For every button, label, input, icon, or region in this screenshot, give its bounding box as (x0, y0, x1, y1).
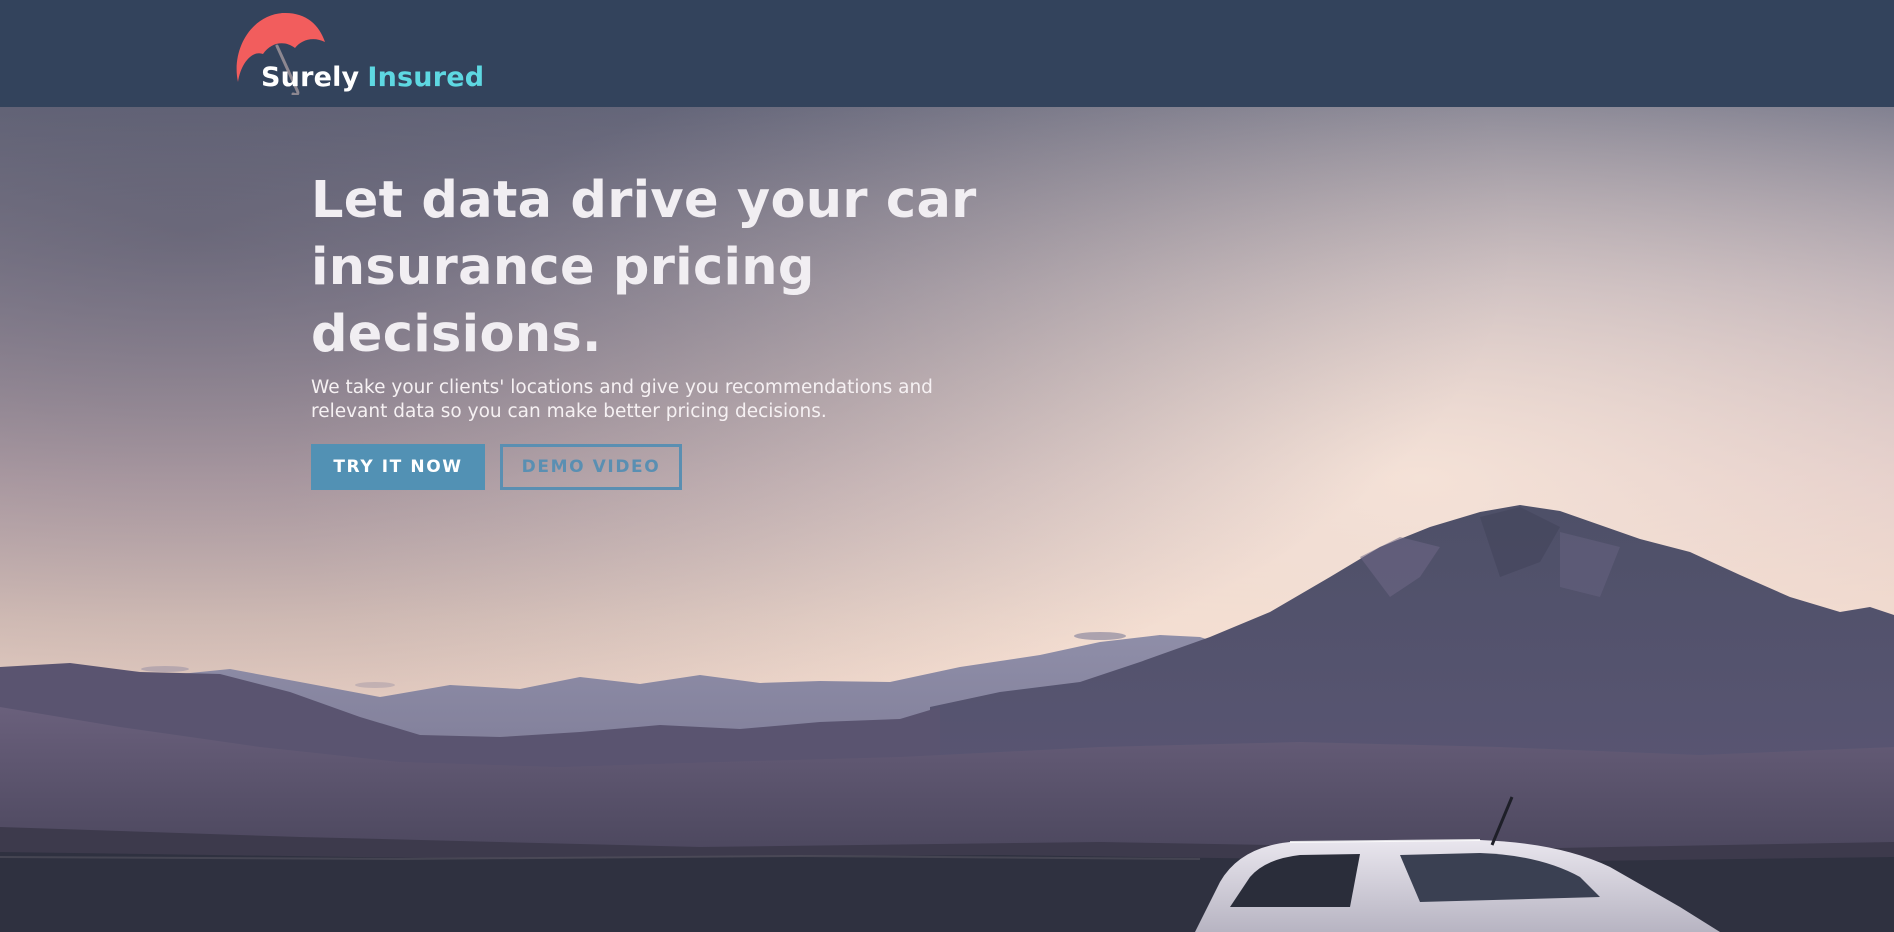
hero-title-line: insurance pricing (311, 238, 815, 297)
hero-section: Let data drive your car insurance pricin… (0, 107, 1894, 932)
brand-name: Surely Insured (261, 62, 484, 93)
hero-title-line: decisions. (311, 305, 602, 364)
hero-subtitle-line: relevant data so you can make better pri… (311, 401, 827, 422)
try-it-now-button[interactable]: TRY IT NOW (311, 444, 485, 490)
hero-subtitle-line: We take your clients' locations and give… (311, 377, 933, 398)
hero-title: Let data drive your car insurance pricin… (311, 167, 1011, 368)
hero-content: Let data drive your car insurance pricin… (311, 167, 1011, 490)
brand-name-part1: Surely (261, 62, 360, 93)
brand-name-part2: Insured (367, 62, 485, 93)
brand-logo[interactable]: Surely Insured (233, 10, 493, 100)
demo-video-button[interactable]: DEMO VIDEO (500, 444, 682, 490)
cta-row: TRY IT NOW DEMO VIDEO (311, 444, 1011, 490)
navbar: Surely Insured (0, 0, 1894, 107)
hero-subtitle: We take your clients' locations and give… (311, 376, 991, 424)
hero-title-line: Let data drive your car (311, 171, 977, 230)
